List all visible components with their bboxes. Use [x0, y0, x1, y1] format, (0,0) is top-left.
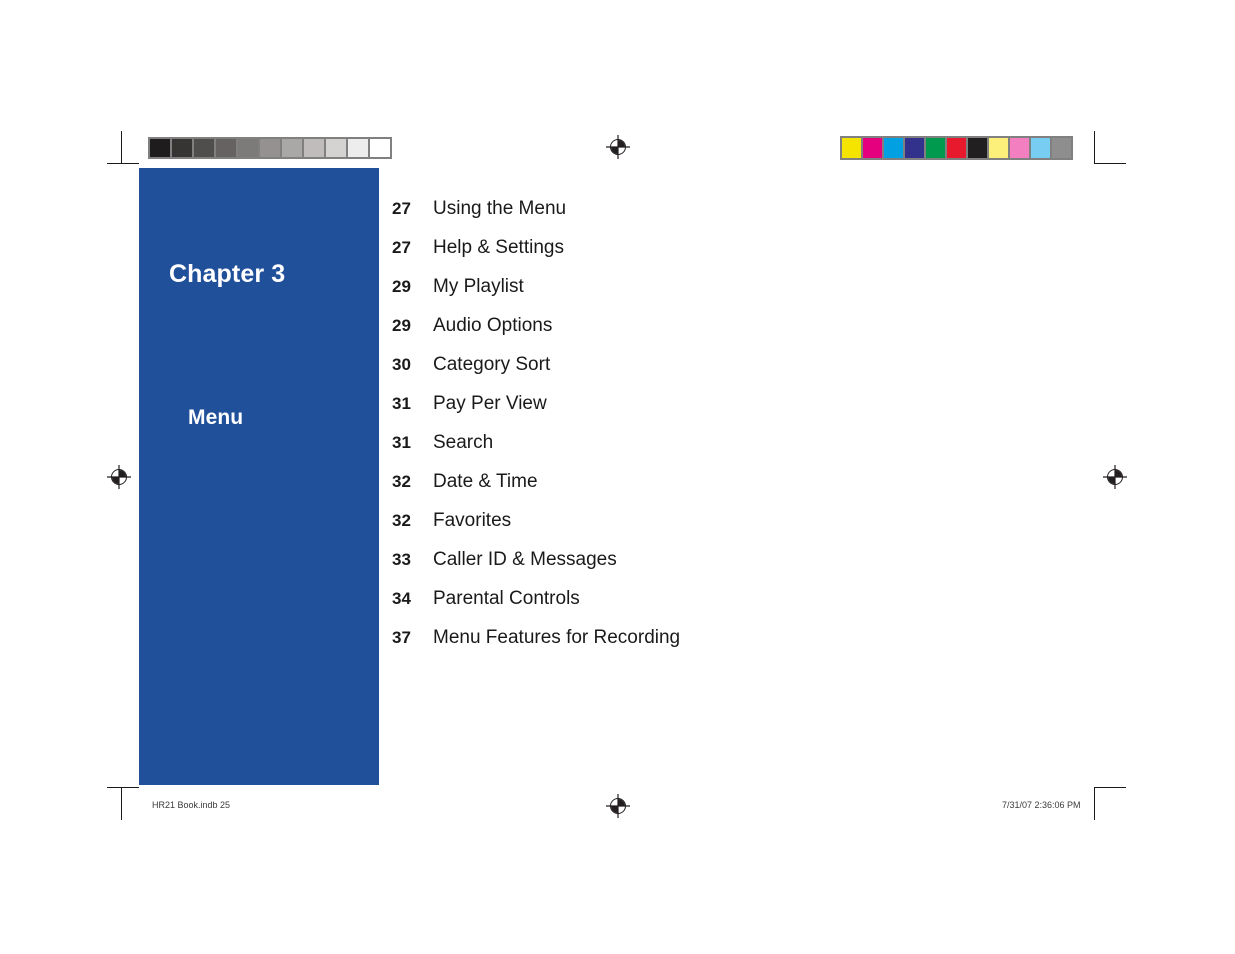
crop-mark-bottom-left-vertical — [121, 788, 122, 820]
color-swatch — [905, 138, 924, 158]
grayscale-swatch — [370, 139, 390, 157]
toc-entry[interactable]: 27 Using the Menu — [392, 198, 952, 237]
toc-entry-page-number: 29 — [392, 277, 411, 296]
grayscale-swatch — [172, 139, 192, 157]
toc-entry-label: Using the Menu — [433, 198, 567, 219]
toc-entry[interactable]: 37 Menu Features for Recording — [392, 627, 952, 666]
color-calibration-strip — [840, 136, 1073, 160]
color-swatch — [947, 138, 966, 158]
color-swatch — [863, 138, 882, 158]
crop-mark-top-left-vertical — [121, 131, 122, 163]
crop-mark-top-left-horizontal — [107, 163, 139, 164]
toc-entry-label: Caller ID & Messages — [433, 549, 617, 570]
footer-file-reference: HR21 Book.indb 25 — [152, 800, 231, 810]
grayscale-swatch — [326, 139, 346, 157]
grayscale-swatch — [348, 139, 368, 157]
toc-entry-page-number: 30 — [392, 355, 411, 374]
toc-entry-page-number: 27 — [392, 238, 411, 257]
toc-entry[interactable]: 30 Category Sort — [392, 354, 952, 393]
color-swatch — [1010, 138, 1029, 158]
toc-entry-label: Menu Features for Recording — [433, 627, 681, 648]
toc-entry[interactable]: 27 Help & Settings — [392, 237, 952, 276]
toc-entry-page-number: 32 — [392, 472, 411, 491]
registration-target-top-center — [605, 134, 631, 160]
toc-entry-label: Help & Settings — [433, 237, 564, 258]
toc-entry[interactable]: 29 My Playlist — [392, 276, 952, 315]
toc-entry-label: Audio Options — [433, 315, 553, 336]
toc-entry[interactable]: 29 Audio Options — [392, 315, 952, 354]
registration-target-icon — [107, 465, 131, 489]
color-swatch — [989, 138, 1008, 158]
toc-entry-label: Category Sort — [433, 354, 551, 375]
grayscale-calibration-strip — [148, 137, 392, 159]
toc-entry-label: Pay Per View — [433, 393, 547, 414]
toc-entry-page-number: 29 — [392, 316, 411, 335]
color-swatch — [926, 138, 945, 158]
registration-target-icon — [606, 135, 630, 159]
toc-entry[interactable]: 32 Favorites — [392, 510, 952, 549]
toc-entry-page-number: 37 — [392, 628, 411, 647]
table-of-contents: 27 Using the Menu 27 Help & Settings 29 My Pl… — [392, 198, 952, 666]
crop-mark-top-right-vertical — [1094, 131, 1095, 163]
color-swatch — [1052, 138, 1071, 158]
grayscale-swatch — [282, 139, 302, 157]
toc-entry[interactable]: 34 Parental Controls — [392, 588, 952, 627]
grayscale-swatch — [216, 139, 236, 157]
crop-mark-bottom-right-horizontal — [1094, 787, 1126, 788]
grayscale-swatch — [304, 139, 324, 157]
chapter-title: Chapter 3 — [169, 260, 286, 288]
toc-entry-label: Parental Controls — [433, 588, 580, 609]
grayscale-swatch — [150, 139, 170, 157]
toc-entry-page-number: 31 — [392, 394, 411, 413]
chapter-panel: Chapter 3 Menu — [139, 168, 379, 785]
crop-mark-top-right-horizontal — [1094, 163, 1126, 164]
toc-entry-page-number: 32 — [392, 511, 411, 530]
toc-entry-page-number: 33 — [392, 550, 411, 569]
crop-mark-bottom-left-horizontal — [107, 787, 139, 788]
toc-entry-page-number: 31 — [392, 433, 411, 452]
grayscale-swatch — [194, 139, 214, 157]
color-swatch — [968, 138, 987, 158]
color-swatch — [1031, 138, 1050, 158]
crop-mark-bottom-right-vertical — [1094, 788, 1095, 820]
toc-entry-label: Favorites — [433, 510, 512, 531]
registration-target-icon — [1103, 465, 1127, 489]
toc-entry[interactable]: 31 Pay Per View — [392, 393, 952, 432]
toc-entry-label: Date & Time — [433, 471, 538, 492]
grayscale-swatch — [260, 139, 280, 157]
color-swatch — [842, 138, 861, 158]
toc-entry[interactable]: 32 Date & Time — [392, 471, 952, 510]
footer-timestamp: 7/31/07 2:36:06 PM — [1002, 800, 1081, 810]
registration-target-icon — [606, 794, 630, 818]
toc-entry[interactable]: 31 Search — [392, 432, 952, 471]
toc-entry-page-number: 27 — [392, 199, 411, 218]
registration-target-bottom-center — [605, 793, 631, 819]
registration-target-left-middle — [106, 464, 132, 490]
grayscale-swatch — [238, 139, 258, 157]
toc-entry-label: My Playlist — [433, 276, 524, 297]
chapter-subtitle: Menu — [188, 406, 244, 429]
registration-target-right-middle — [1102, 464, 1128, 490]
color-swatch — [884, 138, 903, 158]
toc-entry-label: Search — [433, 432, 494, 453]
print-page: Chapter 3 Menu 27 Using the Menu 27 Help & … — [0, 0, 1235, 954]
toc-entry[interactable]: 33 Caller ID & Messages — [392, 549, 952, 588]
toc-entry-page-number: 34 — [392, 589, 411, 608]
